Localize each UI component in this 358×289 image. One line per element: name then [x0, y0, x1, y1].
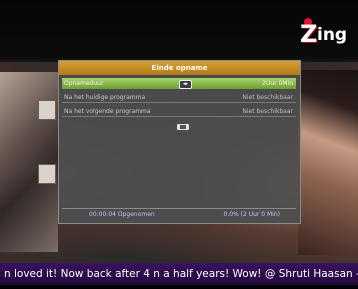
ticker-text: n loved it! Now back after 4 n a half ye… [4, 268, 358, 280]
recording-progress: 0.0% (2 Uur 0 Min) [223, 211, 281, 218]
end-recording-dialog: Einde opname Opnameduur ◂▸ 2Uur 0Min Na … [58, 60, 301, 224]
right-figure-image [298, 70, 358, 255]
dialog-title: Einde opname [151, 64, 208, 72]
row-separator [62, 116, 296, 117]
tv-screen: Z ing Einde opname Opnameduur ◂▸ 2Uur 0M… [0, 0, 358, 289]
logo-z: Z [300, 20, 317, 48]
news-ticker: n loved it! Now back after 4 n a half ye… [0, 263, 358, 285]
option-value: 2Uur 0Min [262, 80, 293, 87]
recorded-time: 00:00:04 Opgenomen [89, 211, 155, 218]
dialog-titlebar: Einde opname [59, 61, 300, 75]
option-recording-duration[interactable]: Opnameduur ◂▸ 2Uur 0Min [62, 78, 296, 89]
row-separator [62, 102, 296, 103]
left-figure-image [0, 72, 58, 252]
channel-logo: Z ing [300, 18, 348, 48]
wall-frame-image [38, 100, 56, 120]
recording-status-bar: 00:00:04 Opgenomen 0.0% (2 Uur 0 Min) [62, 208, 296, 220]
option-label: Opnameduur [64, 80, 104, 87]
scroll-indicator-icon [177, 124, 189, 130]
option-after-next-program[interactable]: Na het volgende programma Niet beschikba… [62, 106, 296, 117]
bottom-border [0, 285, 358, 289]
wall-frame-image [38, 164, 56, 184]
option-after-current-program[interactable]: Na het huidige programma Niet beschikbaa… [62, 92, 296, 103]
adjust-arrows-icon[interactable]: ◂▸ [179, 80, 192, 89]
logo-ing: ing [317, 25, 348, 45]
